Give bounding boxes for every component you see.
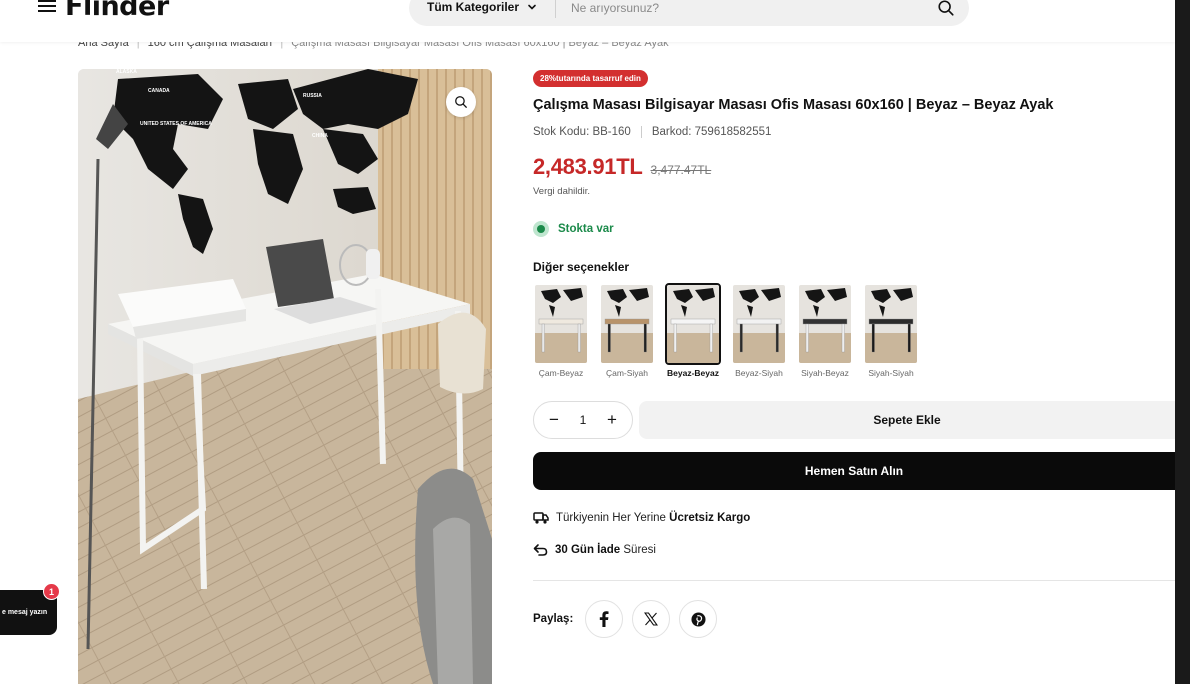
chat-label: e mesaj yazın [2,609,48,616]
search-divider [555,0,556,18]
variant-option[interactable]: Beyaz-Siyah [731,283,787,378]
share-facebook-button[interactable] [585,600,624,638]
shipping-text: Türkiyenin Her Yerine [556,512,670,524]
in-stock-dot-icon [533,221,549,237]
barcode: Barkod: 759618582551 [651,126,772,138]
site-header: Flinder Tüm Kategoriler [0,0,1175,42]
variant-option[interactable]: Siyah-Beyaz [797,283,853,378]
variant-label: Beyaz-Beyaz [667,368,719,378]
search-bar: Tüm Kategoriler [409,0,969,26]
return-text: Süresi [620,544,656,556]
return-period-text: 30 Gün İade [555,544,621,556]
variant-label: Beyaz-Siyah [735,368,783,378]
tax-note: Vergi dahildir. [533,186,591,197]
chat-unread-badge: 1 [43,583,60,600]
facebook-icon [600,611,609,627]
stock-status: Stokta var [533,221,614,237]
add-to-cart-button[interactable]: Sepete Ekle [639,401,1175,439]
category-dropdown-label: Tüm Kategoriler [427,0,520,14]
hamburger-menu-icon[interactable] [38,0,56,14]
variant-thumbnail [797,283,853,365]
variant-thumbnail [533,283,589,365]
section-divider [533,580,1175,581]
return-info: 30 Gün İade Süresi [533,543,656,557]
variant-option[interactable]: Çam-Siyah [599,283,655,378]
pinterest-icon [691,611,706,627]
quantity-value[interactable]: 1 [580,413,587,427]
discount-badge: 28%tutarında tasarruf edin [533,70,648,87]
x-twitter-icon [644,612,659,626]
variant-thumbnail [665,283,721,365]
product-title: Çalışma Masası Bilgisayar Masası Ofis Ma… [533,97,1054,113]
variant-options-label: Diğer seçenekler [533,260,630,274]
share-pinterest-button[interactable] [679,600,718,638]
map-label-russia: RUSSIA [303,93,322,99]
zoom-icon [455,96,467,108]
old-price: 3,477.47TL [650,163,712,177]
variant-options: Çam-Beyaz Çam-Siyah Beyaz-Beyaz Beyaz-Siyah… [533,283,919,378]
free-shipping-text: Ücretsiz Kargo [669,512,751,524]
window-edge [1175,0,1190,684]
truck-icon [533,512,549,524]
variant-label: Çam-Beyaz [538,368,584,378]
map-label-china: CHINA [312,133,328,139]
variant-option[interactable]: Çam-Beyaz [533,283,589,378]
current-price: 2,483.91TL [533,154,643,179]
chevron-down-icon [528,4,536,10]
variant-option[interactable]: Siyah-Siyah [863,283,919,378]
decrease-quantity-button[interactable]: − [546,410,562,430]
category-dropdown-button[interactable]: Tüm Kategoriler [427,0,537,14]
price-row: 2,483.91TL 3,477.47TL [533,154,711,180]
share-x-button[interactable] [632,600,671,638]
variant-option[interactable]: Beyaz-Beyaz [665,283,721,378]
share-label: Paylaş: [533,613,574,625]
variant-thumbnail [731,283,787,365]
shipping-info: Türkiyenin Her Yerine Ücretsiz Kargo [533,511,750,525]
variant-label: Çam-Siyah [605,368,649,378]
stock-code: Stok Kodu: BB-160 [533,126,631,138]
variant-thumbnail [599,283,655,365]
share-row: Paylaş: [533,600,718,638]
variant-label: Siyah-Beyaz [801,368,849,378]
zoom-button[interactable] [446,87,476,117]
code-separator [640,126,642,138]
return-arrow-icon [533,544,548,556]
search-input[interactable] [571,0,911,18]
product-main-image[interactable]: CANADA RUSSIA UNITED STATES OF AMERICA C… [78,69,492,684]
product-codes: Stok Kodu: BB-160 Barkod: 759618582551 [533,126,771,138]
increase-quantity-button[interactable]: + [604,410,620,430]
product-photo: CANADA RUSSIA UNITED STATES OF AMERICA C… [78,69,492,684]
variant-thumbnail [863,283,919,365]
variant-label: Siyah-Siyah [868,368,914,378]
stock-status-label: Stokta var [558,223,614,235]
map-label-canada: CANADA [148,88,170,94]
buy-now-button[interactable]: Hemen Satın Alın [533,452,1175,490]
map-label-alaska: ALASKA [116,69,137,75]
brand-logo[interactable]: Flinder [65,0,169,22]
quantity-stepper: − 1 + [533,401,633,439]
map-label-usa: UNITED STATES OF AMERICA [140,121,212,127]
search-icon[interactable] [937,0,955,17]
